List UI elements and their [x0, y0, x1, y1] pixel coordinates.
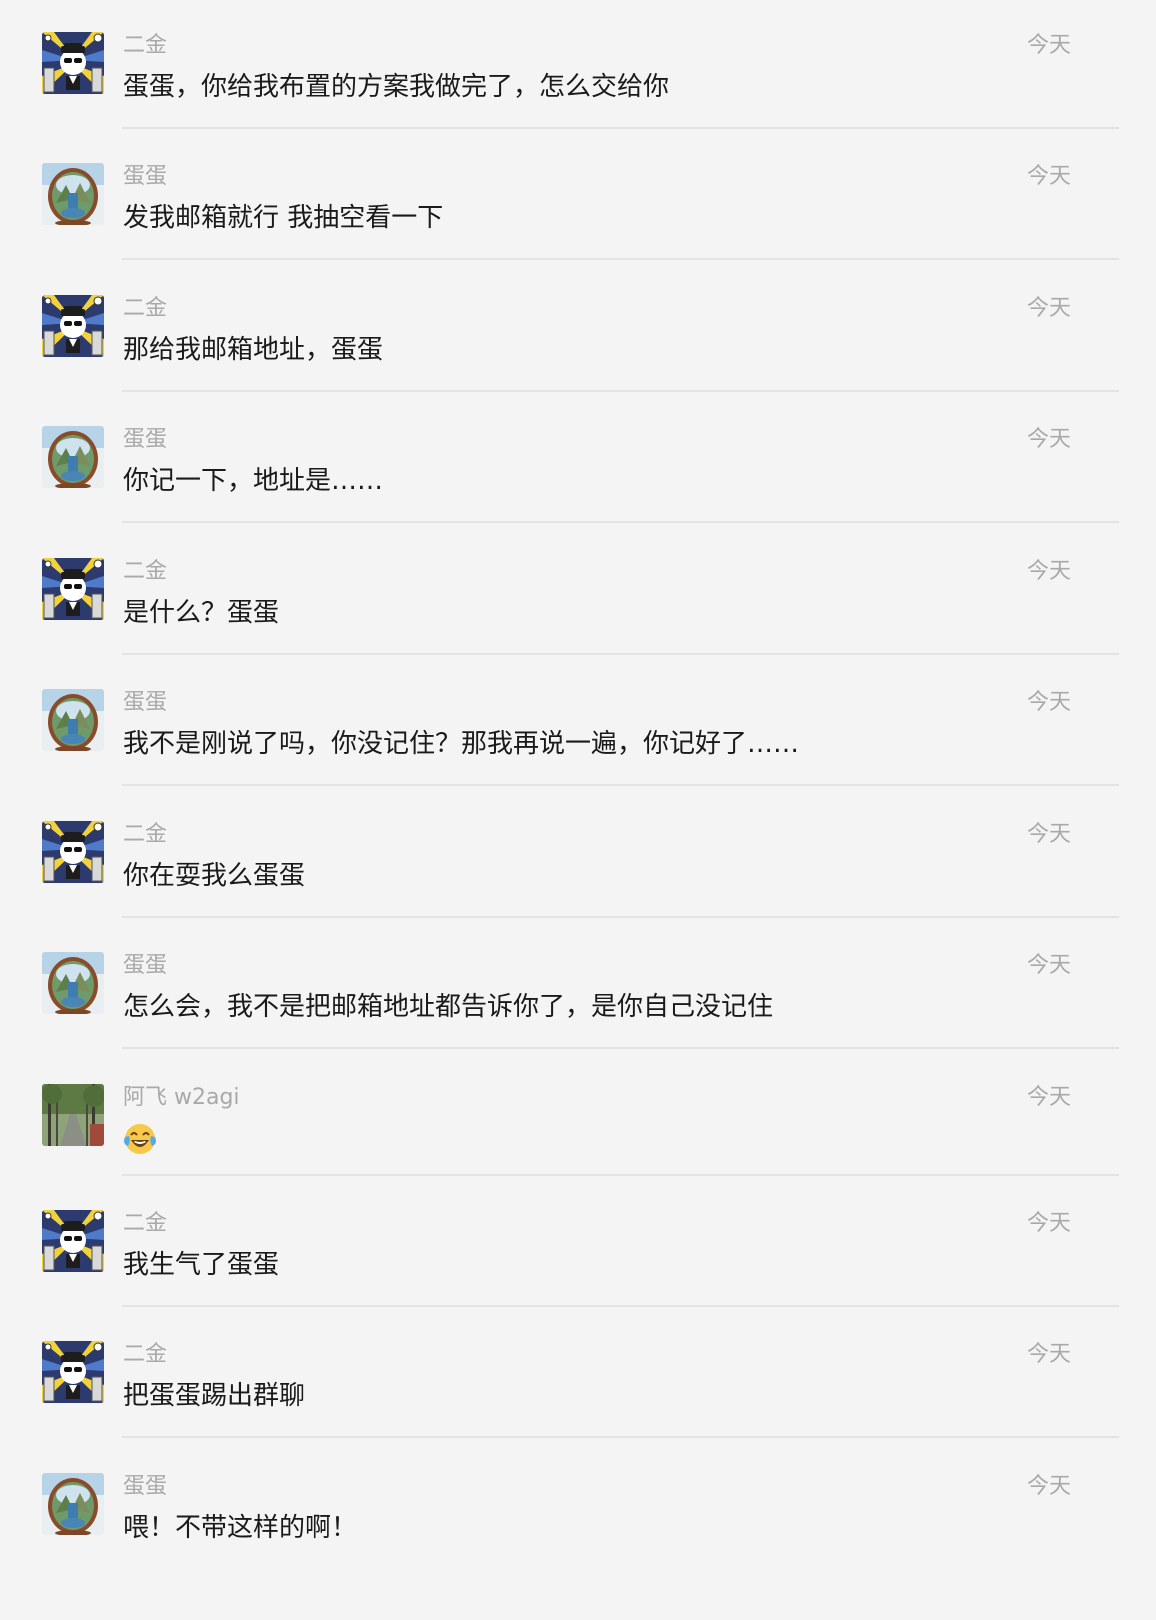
- message-timestamp: 今天: [1026, 822, 1071, 847]
- message-timestamp: 今天: [1026, 690, 1071, 715]
- message-item[interactable]: 二金 今天那给我邮箱地址，蛋蛋: [0, 295, 1119, 425]
- message-text: 把蛋蛋踢出群聊: [123, 1381, 306, 1411]
- message-text: 你记一下，地址是……: [123, 466, 384, 496]
- message-timestamp: 今天: [1026, 427, 1071, 452]
- message-timestamp: 今天: [1026, 1211, 1071, 1236]
- message-item[interactable]: 蛋蛋 今天你记一下，地址是……: [0, 426, 1119, 556]
- message-timestamp: 今天: [1026, 296, 1071, 321]
- message-text: 我不是刚说了吗，你没记住？那我再说一遍，你记好了……: [123, 729, 800, 759]
- sender-name[interactable]: 蛋蛋: [123, 426, 167, 454]
- erjin-avatar[interactable]: [42, 1210, 104, 1272]
- message-item[interactable]: 二金 今天是什么？蛋蛋: [0, 558, 1119, 688]
- message-text: 那给我邮箱地址，蛋蛋: [123, 335, 384, 365]
- message-item[interactable]: 蛋蛋 今天喂！不带这样的啊！: [0, 1473, 1119, 1568]
- message-timestamp: 今天: [1026, 1085, 1071, 1110]
- message-divider: [122, 258, 1119, 260]
- message-item[interactable]: 阿飞 w2agi 今天: [0, 1084, 1119, 1209]
- erjin-avatar[interactable]: [42, 1341, 104, 1403]
- message-item[interactable]: 二金 今天把蛋蛋踢出群聊: [0, 1341, 1119, 1471]
- message-item[interactable]: 蛋蛋 今天我不是刚说了吗，你没记住？那我再说一遍，你记好了……: [0, 689, 1119, 819]
- dandan-avatar[interactable]: [42, 952, 104, 1014]
- message-item[interactable]: 二金 今天你在耍我么蛋蛋: [0, 821, 1119, 951]
- face-with-tears-of-joy-emoji: [123, 1122, 157, 1165]
- message-item[interactable]: 二金 今天蛋蛋，你给我布置的方案我做完了，怎么交给你: [0, 32, 1119, 162]
- erjin-avatar[interactable]: [42, 558, 104, 620]
- message-item[interactable]: 蛋蛋 今天发我邮箱就行 我抽空看一下: [0, 163, 1119, 293]
- sender-name[interactable]: 阿飞 w2agi: [123, 1084, 240, 1112]
- sender-name[interactable]: 二金: [123, 295, 167, 323]
- sender-name[interactable]: 蛋蛋: [123, 689, 167, 717]
- erjin-avatar[interactable]: [42, 32, 104, 94]
- message-text: [123, 1122, 157, 1165]
- chat-message-list: 二金 今天 蛋蛋，你给我布置的方案我做完了，怎么交给你 蛋蛋 今天 发我邮箱就行 我抽空…: [0, 0, 1119, 1568]
- message-divider: [122, 127, 1119, 129]
- message-divider: [122, 521, 1119, 523]
- erjin-avatar[interactable]: [42, 821, 104, 883]
- sender-name[interactable]: 二金: [123, 558, 167, 586]
- dandan-avatar[interactable]: [42, 163, 104, 225]
- message-timestamp: 今天: [1026, 1342, 1071, 1367]
- message-divider: [122, 1174, 1119, 1176]
- sender-name[interactable]: 蛋蛋: [123, 1473, 167, 1501]
- message-text: 喂！不带这样的啊！: [123, 1513, 358, 1543]
- dandan-avatar[interactable]: [42, 689, 104, 751]
- message-timestamp: 今天: [1026, 559, 1071, 584]
- message-text: 你在耍我么蛋蛋: [123, 861, 306, 891]
- message-item[interactable]: 二金 今天我生气了蛋蛋: [0, 1210, 1119, 1340]
- message-divider: [122, 784, 1119, 786]
- message-timestamp: 今天: [1026, 33, 1071, 58]
- message-divider: [122, 1305, 1119, 1307]
- dandan-avatar[interactable]: [42, 426, 104, 488]
- erjin-avatar[interactable]: [42, 295, 104, 357]
- sender-name[interactable]: 二金: [123, 821, 167, 849]
- message-text: 发我邮箱就行 我抽空看一下: [123, 203, 444, 233]
- message-divider: [122, 1047, 1119, 1049]
- message-timestamp: 今天: [1026, 164, 1071, 189]
- message-timestamp: 今天: [1026, 953, 1071, 978]
- message-divider: [122, 916, 1119, 918]
- message-divider: [122, 653, 1119, 655]
- message-item[interactable]: 蛋蛋 今天怎么会，我不是把邮箱地址都告诉你了，是你自己没记住: [0, 952, 1119, 1082]
- sender-name[interactable]: 二金: [123, 1210, 167, 1238]
- message-text: 是什么？蛋蛋: [123, 598, 280, 628]
- message-text: 我生气了蛋蛋: [123, 1250, 280, 1280]
- message-divider: [122, 390, 1119, 392]
- message-timestamp: 今天: [1026, 1474, 1071, 1499]
- message-divider: [122, 1436, 1119, 1438]
- sender-name[interactable]: 二金: [123, 32, 167, 60]
- sender-name[interactable]: 二金: [123, 1341, 167, 1369]
- message-text: 蛋蛋，你给我布置的方案我做完了，怎么交给你: [123, 72, 670, 102]
- sender-name[interactable]: 蛋蛋: [123, 163, 167, 191]
- dandan-avatar[interactable]: [42, 1473, 104, 1535]
- message-text: 怎么会，我不是把邮箱地址都告诉你了，是你自己没记住: [123, 992, 774, 1022]
- sender-name[interactable]: 蛋蛋: [123, 952, 167, 980]
- afei-avatar[interactable]: [42, 1084, 104, 1146]
